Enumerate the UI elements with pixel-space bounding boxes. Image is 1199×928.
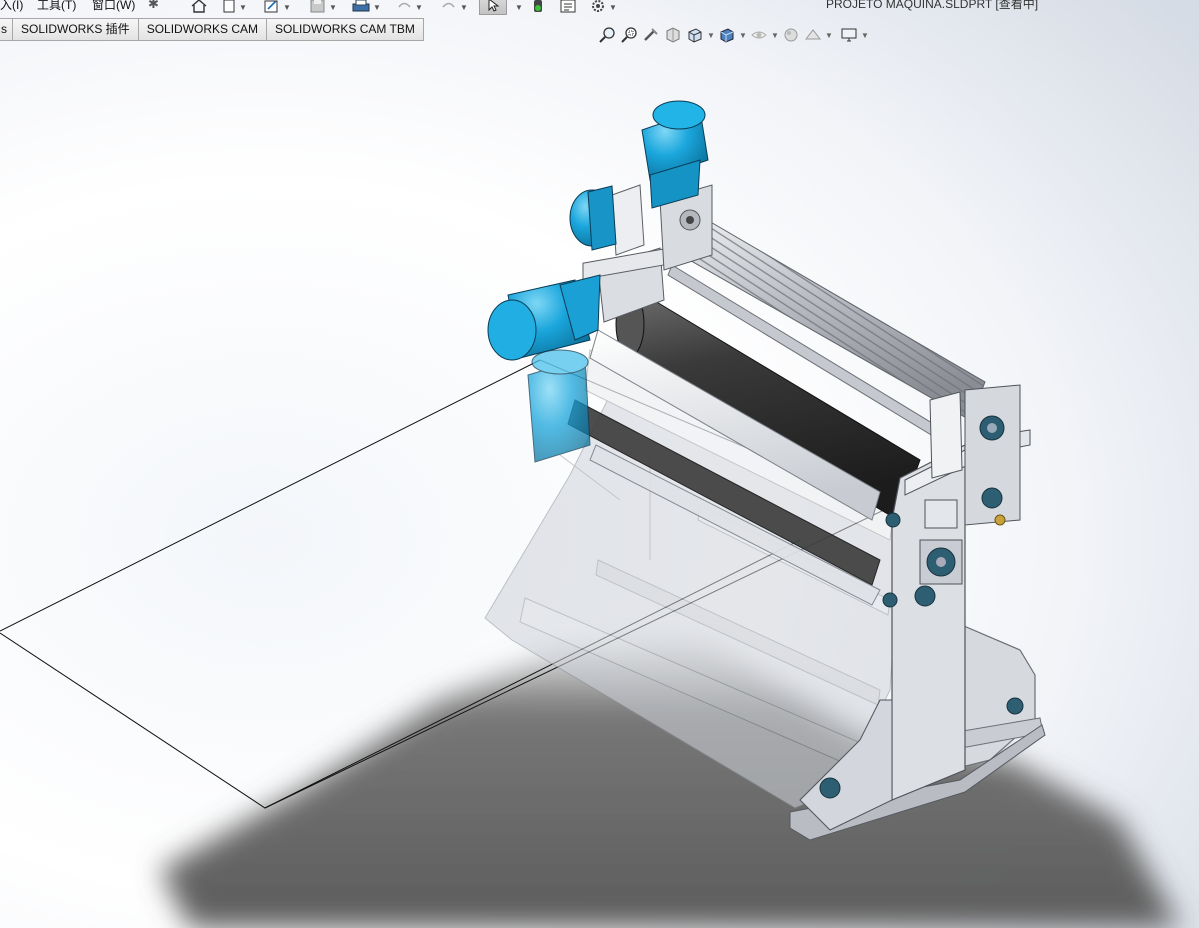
menu-tools[interactable]: 工具(T) [37, 0, 76, 13]
sketch-icon[interactable]: ▼ [264, 0, 291, 13]
redo-icon[interactable]: ▼ [441, 0, 468, 13]
chevron-down-icon[interactable]: ▼ [329, 3, 337, 13]
top-motor [641, 100, 709, 209]
undo-icon[interactable]: ▼ [396, 0, 423, 13]
new-document-icon[interactable]: ▼ [222, 0, 247, 13]
pin-menu-icon[interactable]: ✱ [148, 0, 159, 12]
view-orientation-icon[interactable] [684, 25, 706, 45]
traffic-light-icon[interactable] [532, 0, 544, 13]
menu-window[interactable]: 窗口(W) [92, 0, 135, 13]
hide-show-items-icon[interactable] [748, 25, 770, 45]
chevron-down-icon[interactable]: ▼ [460, 3, 468, 13]
select-button[interactable] [479, 0, 507, 15]
section-view-icon[interactable] [662, 25, 684, 45]
upper-left-motor [569, 185, 617, 251]
zoom-to-area-icon[interactable] [618, 25, 640, 45]
graphics-area[interactable] [0, 0, 1199, 928]
previous-view-icon[interactable] [640, 25, 662, 45]
menu-toolbar-strip: 入(I) 工具(T) 窗口(W) ✱ ▼ ▼ ▼ ▼ ▼ ▼ ▼ ▼ PROJE… [0, 0, 1199, 17]
chevron-down-icon[interactable]: ▼ [283, 3, 291, 13]
display-style-icon[interactable] [716, 25, 738, 45]
model-scene [0, 100, 1180, 928]
chevron-down-icon[interactable]: ▼ [770, 31, 780, 40]
tab-solidworks-cam-tbm[interactable]: SOLIDWORKS CAM TBM [267, 18, 424, 41]
home-icon[interactable] [191, 0, 207, 13]
zoom-to-fit-icon[interactable] [596, 25, 618, 45]
chevron-down-icon[interactable]: ▼ [239, 3, 247, 13]
chevron-down-icon[interactable]: ▼ [415, 3, 423, 13]
view-settings-icon[interactable] [838, 25, 860, 45]
apply-scene-icon[interactable] [802, 25, 824, 45]
chevron-down-icon[interactable]: ▼ [373, 3, 381, 13]
edit-appearance-icon[interactable] [780, 25, 802, 45]
menu-insert[interactable]: 入(I) [0, 0, 23, 13]
lower-gear-motor [527, 349, 591, 463]
chevron-down-icon[interactable]: ▼ [512, 0, 523, 13]
chevron-down-icon[interactable]: ▼ [738, 31, 748, 40]
document-title: PROJETO MAQUINA.SLDPRT [查看中] [826, 0, 1039, 11]
command-tabs: s SOLIDWORKS 插件 SOLIDWORKS CAM SOLIDWORK… [0, 18, 424, 41]
options-icon[interactable] [560, 0, 576, 13]
print-icon[interactable]: ▼ [352, 0, 381, 13]
tab-solidworks-cam[interactable]: SOLIDWORKS CAM [138, 18, 268, 41]
view-toolbar: ▼ ▼ ▼ ▼ ▼ [596, 24, 870, 46]
chevron-down-icon[interactable]: ▼ [860, 31, 870, 40]
chevron-down-icon[interactable]: ▼ [706, 31, 716, 40]
tab-partial[interactable]: s [0, 18, 13, 41]
select-arrow-icon [488, 0, 500, 12]
save-icon[interactable]: ▼ [310, 0, 337, 13]
chevron-down-icon[interactable]: ▼ [824, 31, 834, 40]
main-motor [487, 274, 601, 361]
bearing-block [611, 184, 645, 256]
settings-icon[interactable]: ▼ [590, 0, 617, 13]
tab-solidworks-addins[interactable]: SOLIDWORKS 插件 [13, 18, 139, 41]
chevron-down-icon[interactable]: ▼ [609, 3, 617, 13]
